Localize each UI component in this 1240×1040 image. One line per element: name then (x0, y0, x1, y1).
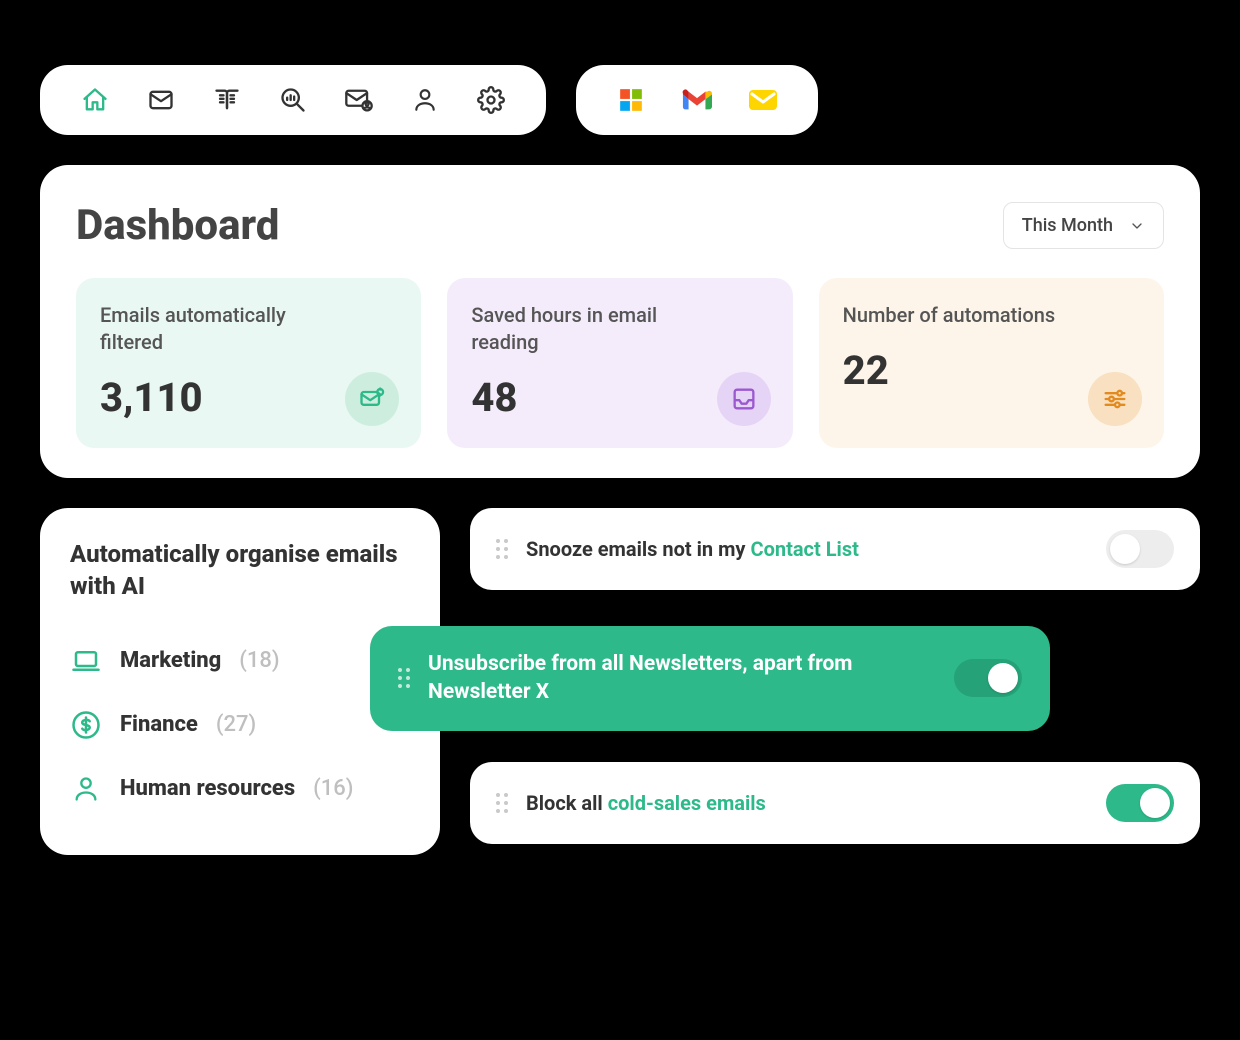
period-label: This Month (1022, 215, 1113, 236)
drag-handle-icon[interactable] (398, 668, 410, 688)
drag-handle-icon[interactable] (496, 793, 508, 813)
categories-title: Automatically organise emails with AI (70, 538, 410, 603)
category-count: (27) (216, 712, 256, 737)
rule-unsubscribe-featured: Unsubscribe from all Newsletters, apart … (370, 626, 1050, 731)
mail-filter-icon (345, 372, 399, 426)
main-toolbar (40, 65, 546, 135)
rule-block-cold-sales: Block all cold-sales emails (470, 762, 1200, 844)
category-count: (18) (239, 648, 279, 673)
period-select[interactable]: This Month (1003, 202, 1164, 249)
mail-icon[interactable] (146, 85, 176, 115)
integrations-toolbar (576, 65, 818, 135)
chevron-down-icon (1129, 218, 1145, 234)
category-name: Marketing (120, 648, 221, 673)
rule-text: Unsubscribe from all Newsletters, apart … (428, 650, 936, 707)
rule-text: Block all cold-sales emails (526, 790, 1088, 817)
rule-text: Snooze emails not in my Contact List (526, 536, 1088, 563)
category-name: Finance (120, 712, 198, 737)
rules-column: Snooze emails not in my Contact List Uns… (470, 508, 1200, 844)
inbox-icon (717, 372, 771, 426)
book-icon[interactable] (212, 85, 242, 115)
category-finance[interactable]: Finance (27) (70, 693, 410, 757)
category-hr[interactable]: Human resources (16) (70, 757, 410, 821)
mail-user-icon[interactable] (344, 85, 374, 115)
microsoft-icon[interactable] (616, 85, 646, 115)
stat-label: Emails automatically filtered (100, 302, 320, 356)
category-count: (16) (313, 776, 353, 801)
rule-toggle[interactable] (1106, 530, 1174, 568)
sliders-icon (1088, 372, 1142, 426)
drag-handle-icon[interactable] (496, 539, 508, 559)
stat-automations: Number of automations 22 (819, 278, 1164, 448)
mail-provider-yellow-icon[interactable] (748, 85, 778, 115)
gmail-icon[interactable] (682, 85, 712, 115)
laptop-icon (70, 645, 102, 677)
page-title: Dashboard (76, 201, 279, 250)
category-marketing[interactable]: Marketing (18) (70, 629, 410, 693)
gear-icon[interactable] (476, 85, 506, 115)
dashboard-card: Dashboard This Month Emails automaticall… (40, 165, 1200, 478)
person-icon (70, 773, 102, 805)
stat-emails-filtered: Emails automatically filtered 3,110 (76, 278, 421, 448)
stat-label: Number of automations (843, 302, 1063, 329)
stat-saved-hours: Saved hours in email reading 48 (447, 278, 792, 448)
rule-snooze: Snooze emails not in my Contact List (470, 508, 1200, 590)
category-name: Human resources (120, 776, 295, 801)
search-analytics-icon[interactable] (278, 85, 308, 115)
dollar-icon (70, 709, 102, 741)
rule-toggle[interactable] (1106, 784, 1174, 822)
home-icon[interactable] (80, 85, 110, 115)
user-icon[interactable] (410, 85, 440, 115)
rule-toggle[interactable] (954, 659, 1022, 697)
stat-label: Saved hours in email reading (471, 302, 691, 356)
